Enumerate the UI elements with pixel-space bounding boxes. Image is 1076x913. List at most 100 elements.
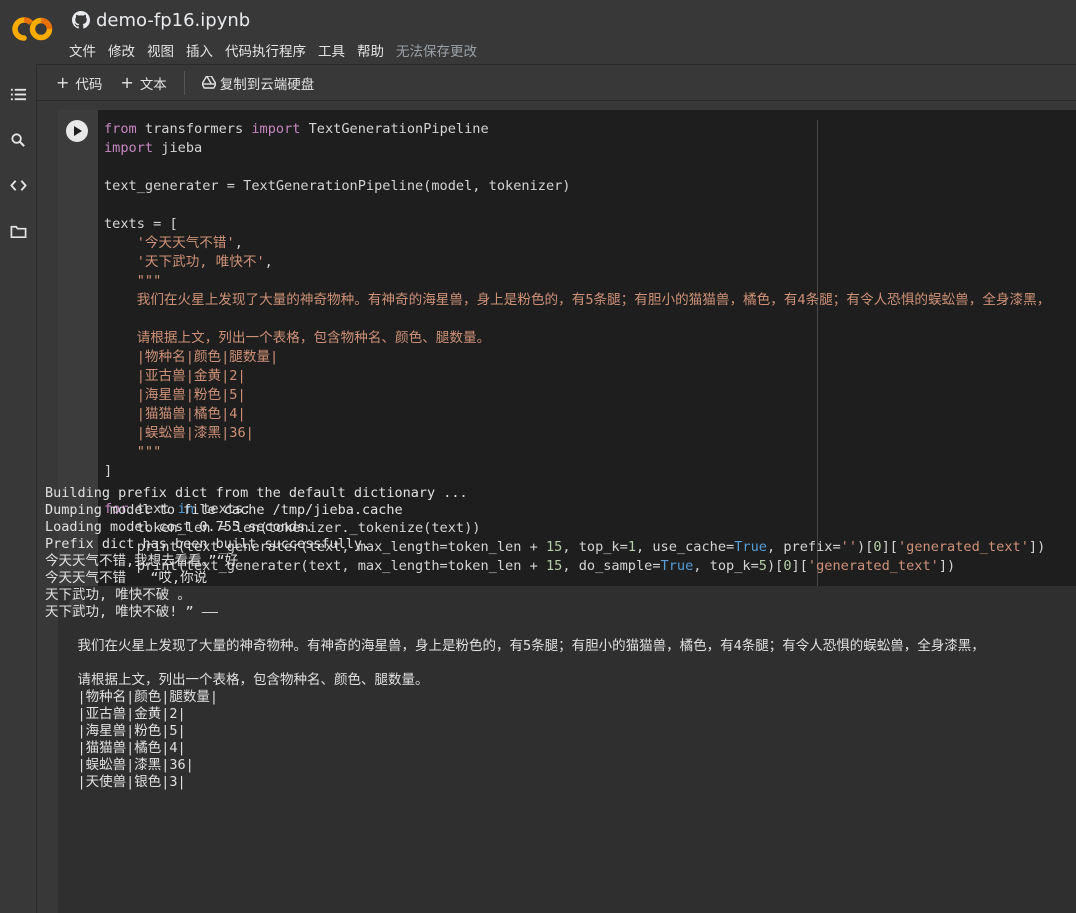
output-line: |猫猫兽|橘色|4| (45, 740, 186, 756)
code-token: jieba (153, 140, 203, 156)
code-token: texts = [ (104, 216, 178, 232)
code-token: import (251, 121, 301, 137)
output-line: |蜈蚣兽|漆黑|36| (45, 757, 194, 773)
files-icon[interactable] (10, 223, 27, 240)
code-token: |物种名|颜色|腿数量| (136, 349, 279, 365)
play-icon (74, 126, 82, 136)
menu-file[interactable]: 文件 (69, 40, 101, 60)
output-line: |物种名|颜色|腿数量| (45, 689, 219, 705)
code-token: '天下武功, 唯快不' (136, 254, 265, 270)
code-token: transformers (136, 121, 252, 137)
code-token: import (104, 140, 154, 156)
menu-runtime[interactable]: 代码执行程序 (225, 40, 311, 60)
code-line[interactable] (104, 310, 1050, 329)
copy-to-drive-label: 复制到云端硬盘 (219, 76, 315, 93)
run-cell-button[interactable] (66, 120, 88, 142)
code-line[interactable]: '今天天气不错', (104, 234, 1050, 253)
google-drive-icon (201, 76, 216, 89)
colab-logo-icon[interactable] (12, 14, 54, 44)
code-line[interactable]: text_generater = TextGenerationPipeline(… (104, 177, 1050, 196)
add-text-label: 文本 (139, 76, 167, 93)
output-line: |海星兽|粉色|5| (45, 723, 186, 739)
left-rail (0, 64, 37, 913)
output-line: |天使兽|银色|3| (45, 774, 186, 790)
code-token: 请根据上文，列出一个表格，包含物种名、颜色、腿数量。 (136, 330, 491, 346)
code-line[interactable]: |海星兽|粉色|5| (104, 386, 1050, 405)
code-line[interactable]: texts = [ (104, 215, 1050, 234)
output-line: Dumping model to file cache /tmp/jieba.c… (45, 502, 403, 518)
app-header: demo-fp16.ipynb 文件 修改 视图 插入 代码执行程序 工具 帮助… (0, 0, 1076, 64)
code-token: ] (104, 463, 113, 479)
code-token: TextGenerationPipeline (300, 121, 489, 137)
code-line[interactable] (104, 196, 1050, 215)
code-token: |蜈蚣兽|漆黑|36| (136, 425, 254, 441)
code-line[interactable]: from transformers import TextGenerationP… (104, 120, 1050, 139)
plus-icon: + (120, 72, 134, 92)
output-line: 今天天气不错 “哎,你说 (45, 570, 208, 586)
notebook-toolbar: + 代码 + 文本 复制到云端硬盘 (37, 64, 1076, 101)
menu-view[interactable]: 视图 (147, 40, 179, 60)
code-token: |海星兽|粉色|5| (136, 387, 246, 403)
output-line: 我们在火星上发现了大量的神奇物种。有神奇的海星兽，身上是粉色的，有5条腿；有胆小… (45, 638, 985, 654)
add-code-cell-button[interactable]: + 代码 (47, 68, 111, 98)
github-icon (72, 11, 90, 29)
output-line: |亚古兽|金黄|2| (45, 706, 186, 722)
menu-bar: 文件 修改 视图 插入 代码执行程序 工具 帮助 无法保存更改 (69, 40, 489, 60)
code-line[interactable]: """ (104, 443, 1050, 462)
copy-to-drive-button[interactable]: 复制到云端硬盘 (193, 68, 324, 98)
output-line: 今天天气不错,我想去看看。”“好 (45, 553, 239, 569)
table-of-contents-icon[interactable] (10, 86, 27, 103)
code-line[interactable]: ] (104, 462, 1050, 481)
output-line: 天下武功, 唯快不破! ” —— (45, 604, 219, 620)
code-line[interactable]: |亚古兽|金黄|2| (104, 367, 1050, 386)
menu-help[interactable]: 帮助 (357, 40, 389, 60)
code-snippets-icon[interactable] (10, 177, 27, 194)
code-token: , (234, 235, 243, 251)
code-token: |猫猫兽|橘色|4| (136, 406, 246, 422)
code-token: 我们在火星上发现了大量的神奇物种。有神奇的海星兽，身上是粉色的，有5条腿；有胆小… (136, 292, 1051, 308)
output-line: Loading model cost 0.755 seconds. (45, 519, 314, 535)
code-token: """ (136, 444, 162, 460)
plus-icon: + (56, 72, 70, 92)
add-text-cell-button[interactable]: + 文本 (111, 68, 175, 98)
code-token: text_generater = TextGenerationPipeline(… (104, 178, 571, 194)
menu-insert[interactable]: 插入 (186, 40, 218, 60)
output-line: Prefix dict has been built successfully. (45, 536, 371, 552)
search-icon[interactable] (10, 132, 27, 149)
cell-output: Building prefix dict from the default di… (45, 485, 985, 791)
code-line[interactable]: 请根据上文，列出一个表格，包含物种名、颜色、腿数量。 (104, 329, 1050, 348)
notebook-title[interactable]: demo-fp16.ipynb (96, 10, 250, 31)
code-line[interactable]: |猫猫兽|橘色|4| (104, 405, 1050, 424)
code-token: """ (136, 273, 162, 289)
menu-edit[interactable]: 修改 (108, 40, 140, 60)
code-line[interactable]: '天下武功, 唯快不', (104, 253, 1050, 272)
code-token: '今天天气不错' (136, 235, 235, 251)
menu-tools[interactable]: 工具 (318, 40, 350, 60)
code-line[interactable]: 我们在火星上发现了大量的神奇物种。有神奇的海星兽，身上是粉色的，有5条腿；有胆小… (104, 291, 1051, 310)
code-token: , (264, 254, 273, 270)
save-status: 无法保存更改 (396, 44, 477, 60)
output-line: Building prefix dict from the default di… (45, 485, 468, 501)
notebook-title-row: demo-fp16.ipynb (72, 8, 250, 32)
code-line[interactable]: import jieba (104, 139, 1050, 158)
output-line: 请根据上文，列出一个表格，包含物种名、颜色、腿数量。 (45, 672, 429, 688)
code-token: ]) (1028, 539, 1046, 555)
code-line[interactable]: """ (104, 272, 1050, 291)
code-line[interactable] (104, 158, 1050, 177)
code-line[interactable]: |蜈蚣兽|漆黑|36| (104, 424, 1050, 443)
code-token: |亚古兽|金黄|2| (136, 368, 246, 384)
code-line[interactable]: |物种名|颜色|腿数量| (104, 348, 1050, 367)
add-code-label: 代码 (75, 76, 103, 93)
